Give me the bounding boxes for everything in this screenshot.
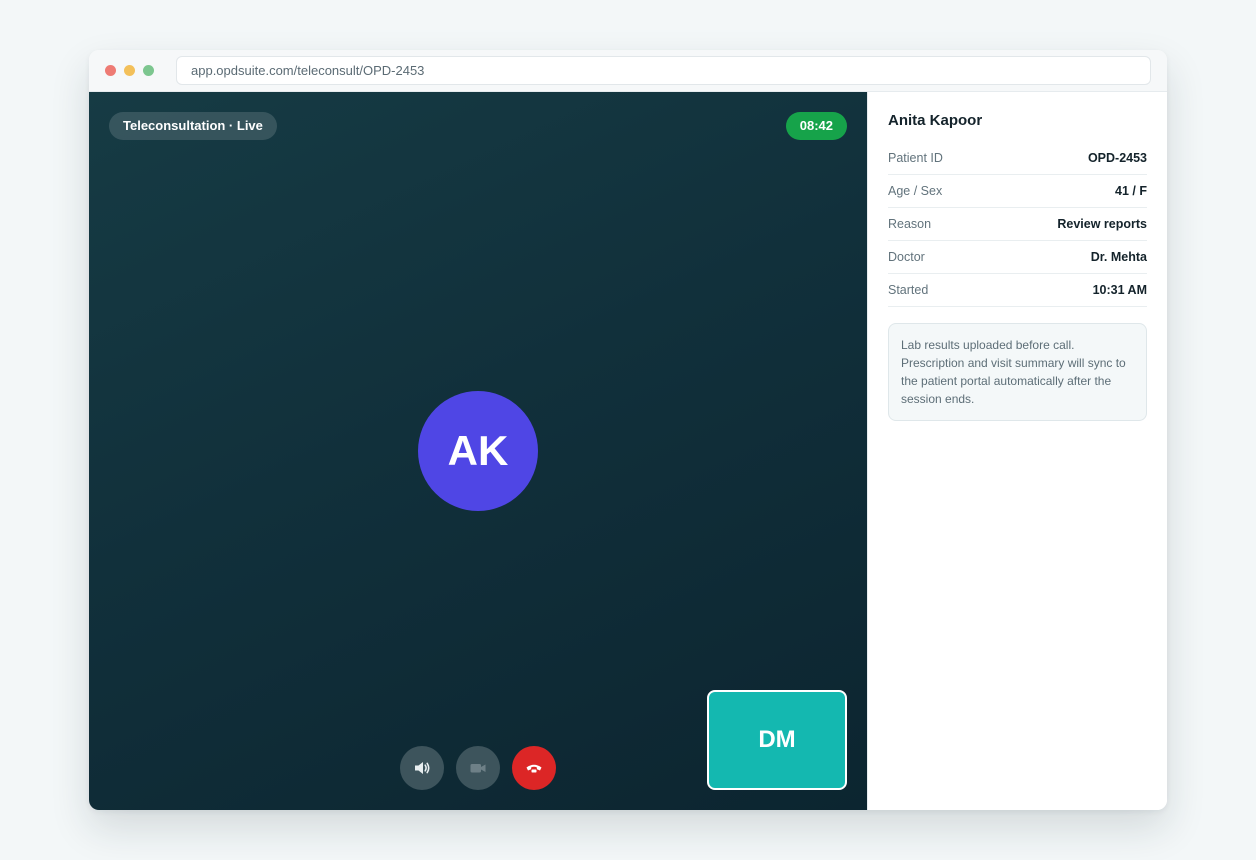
end-call-button[interactable] bbox=[512, 746, 556, 790]
detail-row-age-sex: Age / Sex 41 / F bbox=[888, 175, 1147, 208]
detail-value: 41 / F bbox=[1115, 184, 1147, 198]
speaker-icon bbox=[412, 758, 432, 778]
call-status-pill: Teleconsultation · Live bbox=[109, 112, 277, 140]
detail-value: OPD-2453 bbox=[1087, 151, 1147, 165]
patient-name: Anita Kapoor bbox=[888, 112, 983, 129]
call-timer: 08:42 bbox=[785, 112, 847, 140]
detail-label: Started bbox=[888, 283, 929, 297]
video-stage: Teleconsultation · Live 08:42 AK DM bbox=[89, 92, 867, 810]
video-camera-icon bbox=[468, 758, 488, 778]
camera-button[interactable] bbox=[456, 746, 500, 790]
detail-label: Doctor bbox=[888, 250, 925, 264]
patient-info-panel: Anita Kapoor Patient ID OPD-2453 Age / S… bbox=[867, 92, 1167, 810]
detail-value: 10:31 AM bbox=[1092, 283, 1147, 297]
minimize-window-button[interactable] bbox=[124, 65, 135, 76]
detail-value: Dr. Mehta bbox=[1090, 250, 1147, 264]
address-bar[interactable]: app.opdsuite.com/teleconsult/OPD-2453 bbox=[176, 56, 1151, 85]
self-view-tile: DM bbox=[707, 690, 847, 790]
browser-window: app.opdsuite.com/teleconsult/OPD-2453 Te… bbox=[89, 50, 1167, 810]
remote-participant-avatar: AK bbox=[418, 391, 538, 511]
patient-details: Patient ID OPD-2453 Age / Sex 41 / F Rea… bbox=[888, 142, 1147, 307]
detail-row-reason: Reason Review reports bbox=[888, 208, 1147, 241]
detail-label: Patient ID bbox=[888, 151, 943, 165]
detail-label: Reason bbox=[888, 217, 932, 231]
close-window-button[interactable] bbox=[105, 65, 116, 76]
phone-hangup-icon bbox=[524, 758, 544, 778]
detail-value: Review reports bbox=[1057, 217, 1147, 231]
session-note: Lab results uploaded before call. Prescr… bbox=[888, 323, 1147, 421]
detail-row-doctor: Doctor Dr. Mehta bbox=[888, 241, 1147, 274]
browser-titlebar: app.opdsuite.com/teleconsult/OPD-2453 bbox=[89, 50, 1167, 92]
detail-label: Age / Sex bbox=[888, 184, 943, 198]
detail-row-patient-id: Patient ID OPD-2453 bbox=[888, 142, 1147, 175]
maximize-window-button[interactable] bbox=[143, 65, 154, 76]
speaker-button[interactable] bbox=[400, 746, 444, 790]
detail-row-started: Started 10:31 AM bbox=[888, 274, 1147, 307]
